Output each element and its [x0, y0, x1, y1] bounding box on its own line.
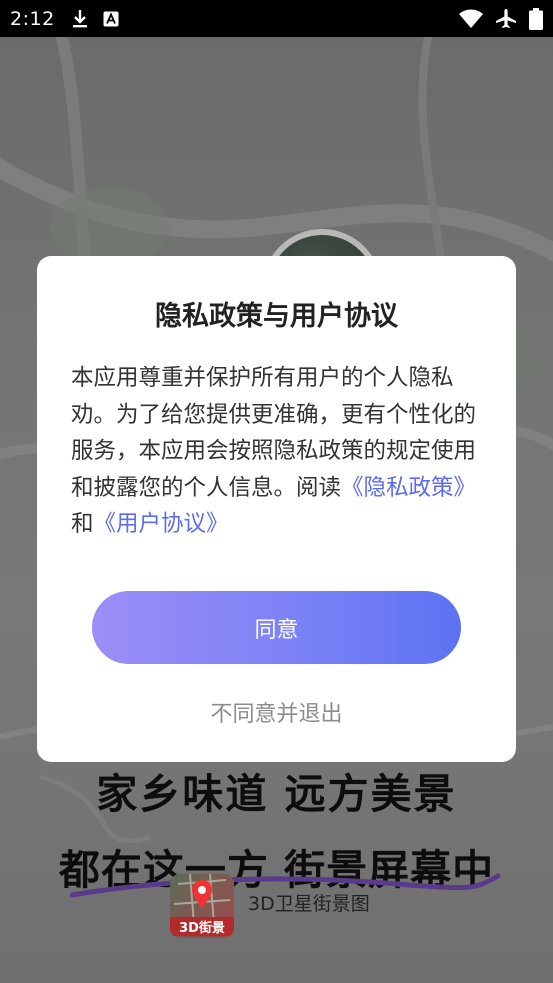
download-icon — [71, 9, 89, 29]
user-agreement-link[interactable]: 《用户协议》 — [94, 511, 229, 537]
battery-icon — [529, 7, 543, 30]
app-name: 3D卫星街景图 — [248, 892, 370, 915]
dialog-body: 本应用尊重并保护所有用户的个人隐私劝。为了给您提供更准确，更有个性化的服务，本应… — [71, 360, 483, 543]
app-logo: 3D街景 — [170, 874, 234, 938]
app-logo-label: 3D街景 — [170, 917, 234, 936]
status-icons-right — [459, 7, 543, 30]
a-notification-icon — [103, 11, 119, 27]
privacy-dialog: 隐私政策与用户协议 本应用尊重并保护所有用户的个人隐私劝。为了给您提供更准确，更… — [37, 256, 516, 762]
slogan-line-1: 家乡味道 远方美景 — [96, 770, 457, 818]
status-bar: 2:12 — [0, 0, 553, 37]
status-icons-left — [71, 9, 119, 29]
and-text: 和 — [71, 511, 94, 537]
dialog-title: 隐私政策与用户协议 — [155, 301, 398, 332]
agree-button[interactable]: 同意 — [92, 591, 461, 664]
disagree-exit-button[interactable]: 不同意并退出 — [37, 696, 516, 728]
status-time: 2:12 — [10, 7, 55, 30]
app-brand: 3D街景 3D卫星街景图 — [170, 874, 370, 938]
wifi-icon — [459, 9, 483, 29]
airplane-mode-icon — [495, 8, 517, 30]
privacy-policy-link[interactable]: 《隐私政策》 — [341, 475, 476, 501]
